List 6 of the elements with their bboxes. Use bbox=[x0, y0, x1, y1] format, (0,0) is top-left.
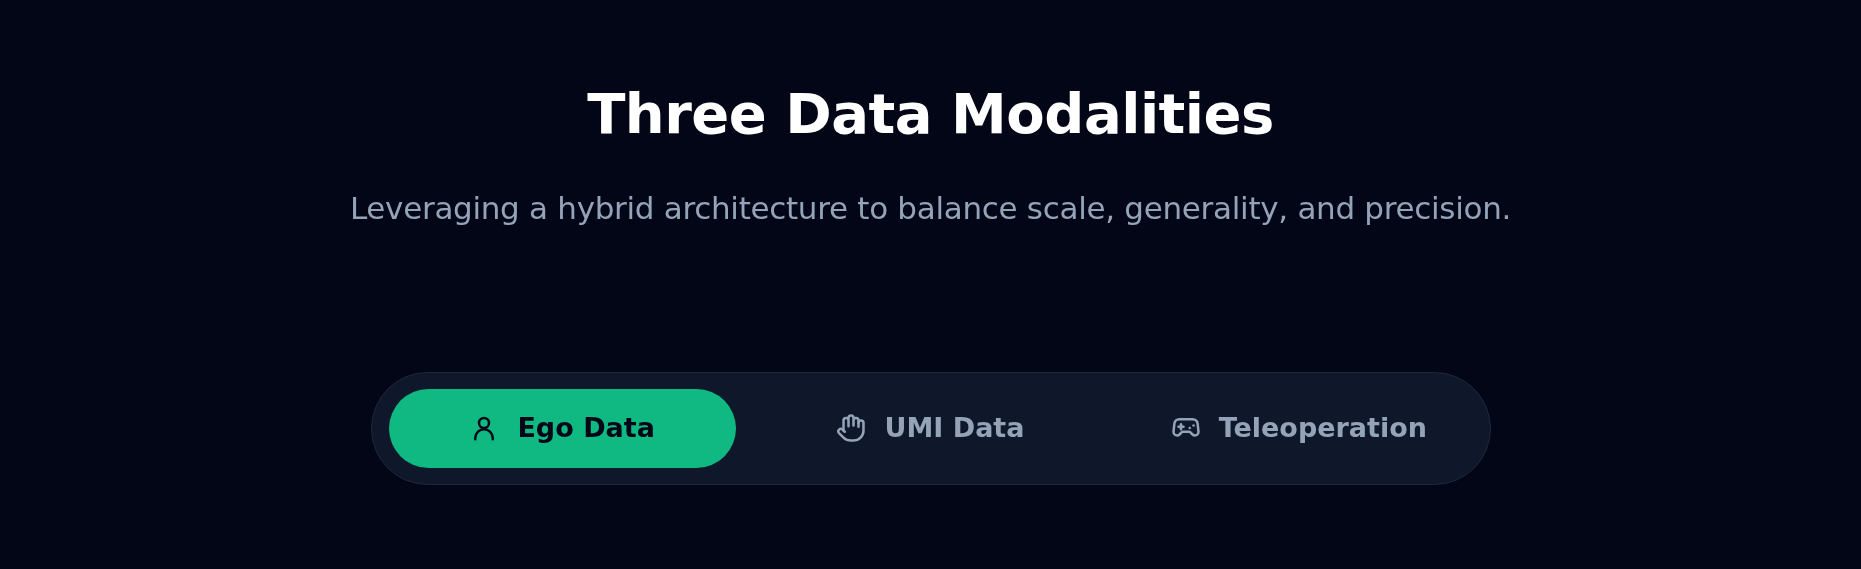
tab[interactable]: Ego Data bbox=[388, 388, 736, 468]
tab[interactable]: Teleoperation bbox=[1125, 388, 1473, 468]
subtitle: Leveraging a hybrid architecture to balance scale, generality, and precision. bbox=[349, 189, 1512, 229]
tab[interactable]: UMI Data bbox=[756, 388, 1105, 468]
page-heading: Three Data Modalities bbox=[587, 80, 1274, 148]
hand-icon bbox=[836, 413, 867, 444]
